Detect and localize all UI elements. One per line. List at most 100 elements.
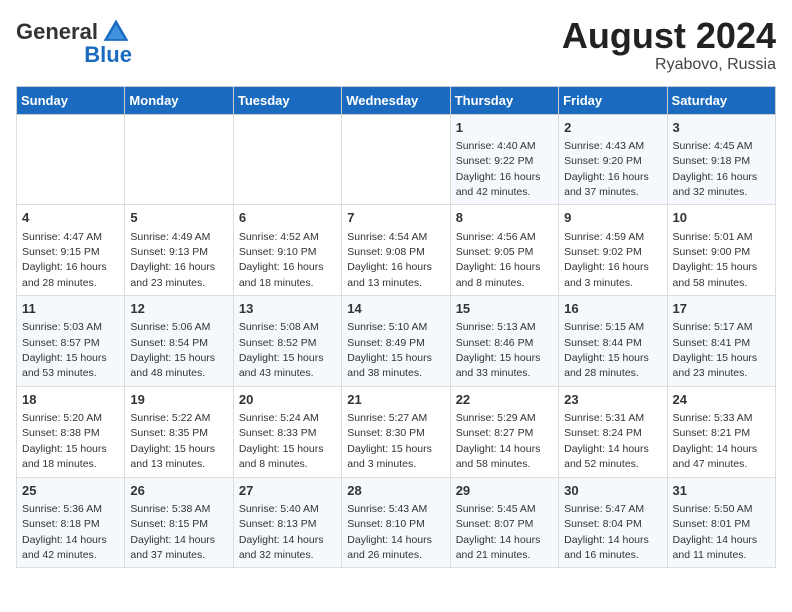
day-number: 13 [239, 300, 336, 318]
calendar-day-cell: 19 Sunrise: 5:22 AM Sunset: 8:35 PM Dayli… [125, 386, 233, 477]
weekday-header-row: SundayMondayTuesdayWednesdayThursdayFrid… [17, 86, 776, 114]
day-info: Sunrise: 5:29 AM Sunset: 8:27 PM Dayligh… [456, 412, 541, 470]
day-number: 10 [673, 209, 770, 227]
calendar-day-cell: 6Sunrise: 4:52 AM Sunset: 9:10 PM Daylig… [233, 205, 341, 296]
title-block: August 2024 Ryabovo, Russia [562, 16, 776, 74]
calendar-day-cell: 20Sunrise: 5:24 AM Sunset: 8:33 PM Dayli… [233, 386, 341, 477]
day-info: Sunrise: 5:13 AM Sunset: 8:46 PM Dayligh… [456, 321, 541, 379]
day-number: 14 [347, 300, 444, 318]
day-number: 5 [130, 209, 227, 227]
weekday-header-saturday: Saturday [667, 86, 775, 114]
logo-general-text: General [16, 21, 98, 43]
day-info: Sunrise: 5:20 AM Sunset: 8:38 PM Dayligh… [22, 412, 107, 470]
calendar-day-cell: 8 Sunrise: 4:56 AM Sunset: 9:05 PM Daylig… [450, 205, 558, 296]
day-number: 24 [673, 391, 770, 409]
calendar-day-cell: 12 Sunrise: 5:06 AM Sunset: 8:54 PM Dayli… [125, 296, 233, 387]
day-number: 25 [22, 482, 119, 500]
day-number: 29 [456, 482, 553, 500]
day-info: Sunrise: 5:10 AM Sunset: 8:49 PM Dayligh… [347, 321, 432, 379]
weekday-header-tuesday: Tuesday [233, 86, 341, 114]
weekday-header-wednesday: Wednesday [342, 86, 450, 114]
calendar-day-cell: 3Sunrise: 4:45 AM Sunset: 9:18 PM Daylig… [667, 114, 775, 205]
calendar-week-row: 18Sunrise: 5:20 AM Sunset: 8:38 PM Dayli… [17, 386, 776, 477]
day-info: Sunrise: 5:38 AM Sunset: 8:15 PM Dayligh… [130, 503, 215, 561]
day-info: Sunrise: 5:01 AM Sunset: 9:00 PM Dayligh… [673, 231, 758, 289]
day-info: Sunrise: 5:24 AM Sunset: 8:33 PM Dayligh… [239, 412, 324, 470]
day-number: 2 [564, 119, 661, 137]
calendar-day-cell: 16 Sunrise: 5:15 AM Sunset: 8:44 PM Dayli… [559, 296, 667, 387]
day-number: 9 [564, 209, 661, 227]
calendar-day-cell [125, 114, 233, 205]
calendar-day-cell: 4 Sunrise: 4:47 AM Sunset: 9:15 PM Daylig… [17, 205, 125, 296]
day-number: 26 [130, 482, 227, 500]
day-number: 17 [673, 300, 770, 318]
calendar-table: SundayMondayTuesdayWednesdayThursdayFrid… [16, 86, 776, 569]
month-year-title: August 2024 [562, 16, 776, 56]
day-number: 23 [564, 391, 661, 409]
location-subtitle: Ryabovo, Russia [562, 56, 776, 74]
logo: General Blue [16, 16, 132, 66]
weekday-header-thursday: Thursday [450, 86, 558, 114]
day-number: 22 [456, 391, 553, 409]
page-header: General Blue August 2024 Ryabovo, Russia [16, 16, 776, 74]
calendar-day-cell: 5 Sunrise: 4:49 AM Sunset: 9:13 PM Daylig… [125, 205, 233, 296]
calendar-day-cell: 25 Sunrise: 5:36 AM Sunset: 8:18 PM Dayli… [17, 477, 125, 568]
day-info: Sunrise: 5:31 AM Sunset: 8:24 PM Dayligh… [564, 412, 649, 470]
day-info: Sunrise: 4:47 AM Sunset: 9:15 PM Dayligh… [22, 231, 107, 289]
day-number: 4 [22, 209, 119, 227]
day-info: Sunrise: 4:56 AM Sunset: 9:05 PM Dayligh… [456, 231, 541, 289]
weekday-header-friday: Friday [559, 86, 667, 114]
calendar-day-cell: 1Sunrise: 4:40 AM Sunset: 9:22 PM Daylig… [450, 114, 558, 205]
calendar-day-cell: 14 Sunrise: 5:10 AM Sunset: 8:49 PM Dayli… [342, 296, 450, 387]
day-info: Sunrise: 5:03 AM Sunset: 8:57 PM Dayligh… [22, 321, 107, 379]
calendar-day-cell: 23 Sunrise: 5:31 AM Sunset: 8:24 PM Dayli… [559, 386, 667, 477]
day-info: Sunrise: 5:06 AM Sunset: 8:54 PM Dayligh… [130, 321, 215, 379]
day-info: Sunrise: 5:08 AM Sunset: 8:52 PM Dayligh… [239, 321, 324, 379]
day-info: Sunrise: 5:27 AM Sunset: 8:30 PM Dayligh… [347, 412, 432, 470]
day-number: 28 [347, 482, 444, 500]
day-info: Sunrise: 4:49 AM Sunset: 9:13 PM Dayligh… [130, 231, 215, 289]
day-number: 6 [239, 209, 336, 227]
calendar-day-cell: 26 Sunrise: 5:38 AM Sunset: 8:15 PM Dayli… [125, 477, 233, 568]
day-number: 21 [347, 391, 444, 409]
day-number: 19 [130, 391, 227, 409]
day-number: 30 [564, 482, 661, 500]
day-info: Sunrise: 5:43 AM Sunset: 8:10 PM Dayligh… [347, 503, 432, 561]
day-number: 16 [564, 300, 661, 318]
calendar-day-cell: 21 Sunrise: 5:27 AM Sunset: 8:30 PM Dayli… [342, 386, 450, 477]
day-info: Sunrise: 5:45 AM Sunset: 8:07 PM Dayligh… [456, 503, 541, 561]
day-number: 11 [22, 300, 119, 318]
day-info: Sunrise: 4:43 AM Sunset: 9:20 PM Dayligh… [564, 140, 649, 198]
calendar-day-cell: 29 Sunrise: 5:45 AM Sunset: 8:07 PM Dayli… [450, 477, 558, 568]
day-info: Sunrise: 5:40 AM Sunset: 8:13 PM Dayligh… [239, 503, 324, 561]
day-number: 15 [456, 300, 553, 318]
calendar-day-cell: 18Sunrise: 5:20 AM Sunset: 8:38 PM Dayli… [17, 386, 125, 477]
day-info: Sunrise: 5:47 AM Sunset: 8:04 PM Dayligh… [564, 503, 649, 561]
calendar-day-cell: 2 Sunrise: 4:43 AM Sunset: 9:20 PM Daylig… [559, 114, 667, 205]
calendar-day-cell [342, 114, 450, 205]
logo-blue-text: Blue [84, 44, 132, 66]
day-info: Sunrise: 4:59 AM Sunset: 9:02 PM Dayligh… [564, 231, 649, 289]
day-info: Sunrise: 4:54 AM Sunset: 9:08 PM Dayligh… [347, 231, 432, 289]
calendar-day-cell: 13 Sunrise: 5:08 AM Sunset: 8:52 PM Dayli… [233, 296, 341, 387]
calendar-day-cell: 10 Sunrise: 5:01 AM Sunset: 9:00 PM Dayli… [667, 205, 775, 296]
calendar-day-cell: 24 Sunrise: 5:33 AM Sunset: 8:21 PM Dayli… [667, 386, 775, 477]
day-number: 27 [239, 482, 336, 500]
day-number: 8 [456, 209, 553, 227]
day-info: Sunrise: 5:22 AM Sunset: 8:35 PM Dayligh… [130, 412, 215, 470]
calendar-week-row: 25 Sunrise: 5:36 AM Sunset: 8:18 PM Dayli… [17, 477, 776, 568]
day-info: Sunrise: 4:45 AM Sunset: 9:18 PM Dayligh… [673, 140, 758, 198]
day-info: Sunrise: 4:40 AM Sunset: 9:22 PM Dayligh… [456, 140, 541, 198]
calendar-week-row: 11 Sunrise: 5:03 AM Sunset: 8:57 PM Dayli… [17, 296, 776, 387]
calendar-day-cell [233, 114, 341, 205]
weekday-header-monday: Monday [125, 86, 233, 114]
calendar-day-cell: 28 Sunrise: 5:43 AM Sunset: 8:10 PM Dayli… [342, 477, 450, 568]
calendar-day-cell: 30 Sunrise: 5:47 AM Sunset: 8:04 PM Dayli… [559, 477, 667, 568]
day-info: Sunrise: 5:36 AM Sunset: 8:18 PM Dayligh… [22, 503, 107, 561]
day-info: Sunrise: 5:33 AM Sunset: 8:21 PM Dayligh… [673, 412, 758, 470]
day-number: 12 [130, 300, 227, 318]
calendar-week-row: 4 Sunrise: 4:47 AM Sunset: 9:15 PM Daylig… [17, 205, 776, 296]
day-info: Sunrise: 5:15 AM Sunset: 8:44 PM Dayligh… [564, 321, 649, 379]
calendar-day-cell: 22 Sunrise: 5:29 AM Sunset: 8:27 PM Dayli… [450, 386, 558, 477]
calendar-day-cell: 7Sunrise: 4:54 AM Sunset: 9:08 PM Daylig… [342, 205, 450, 296]
